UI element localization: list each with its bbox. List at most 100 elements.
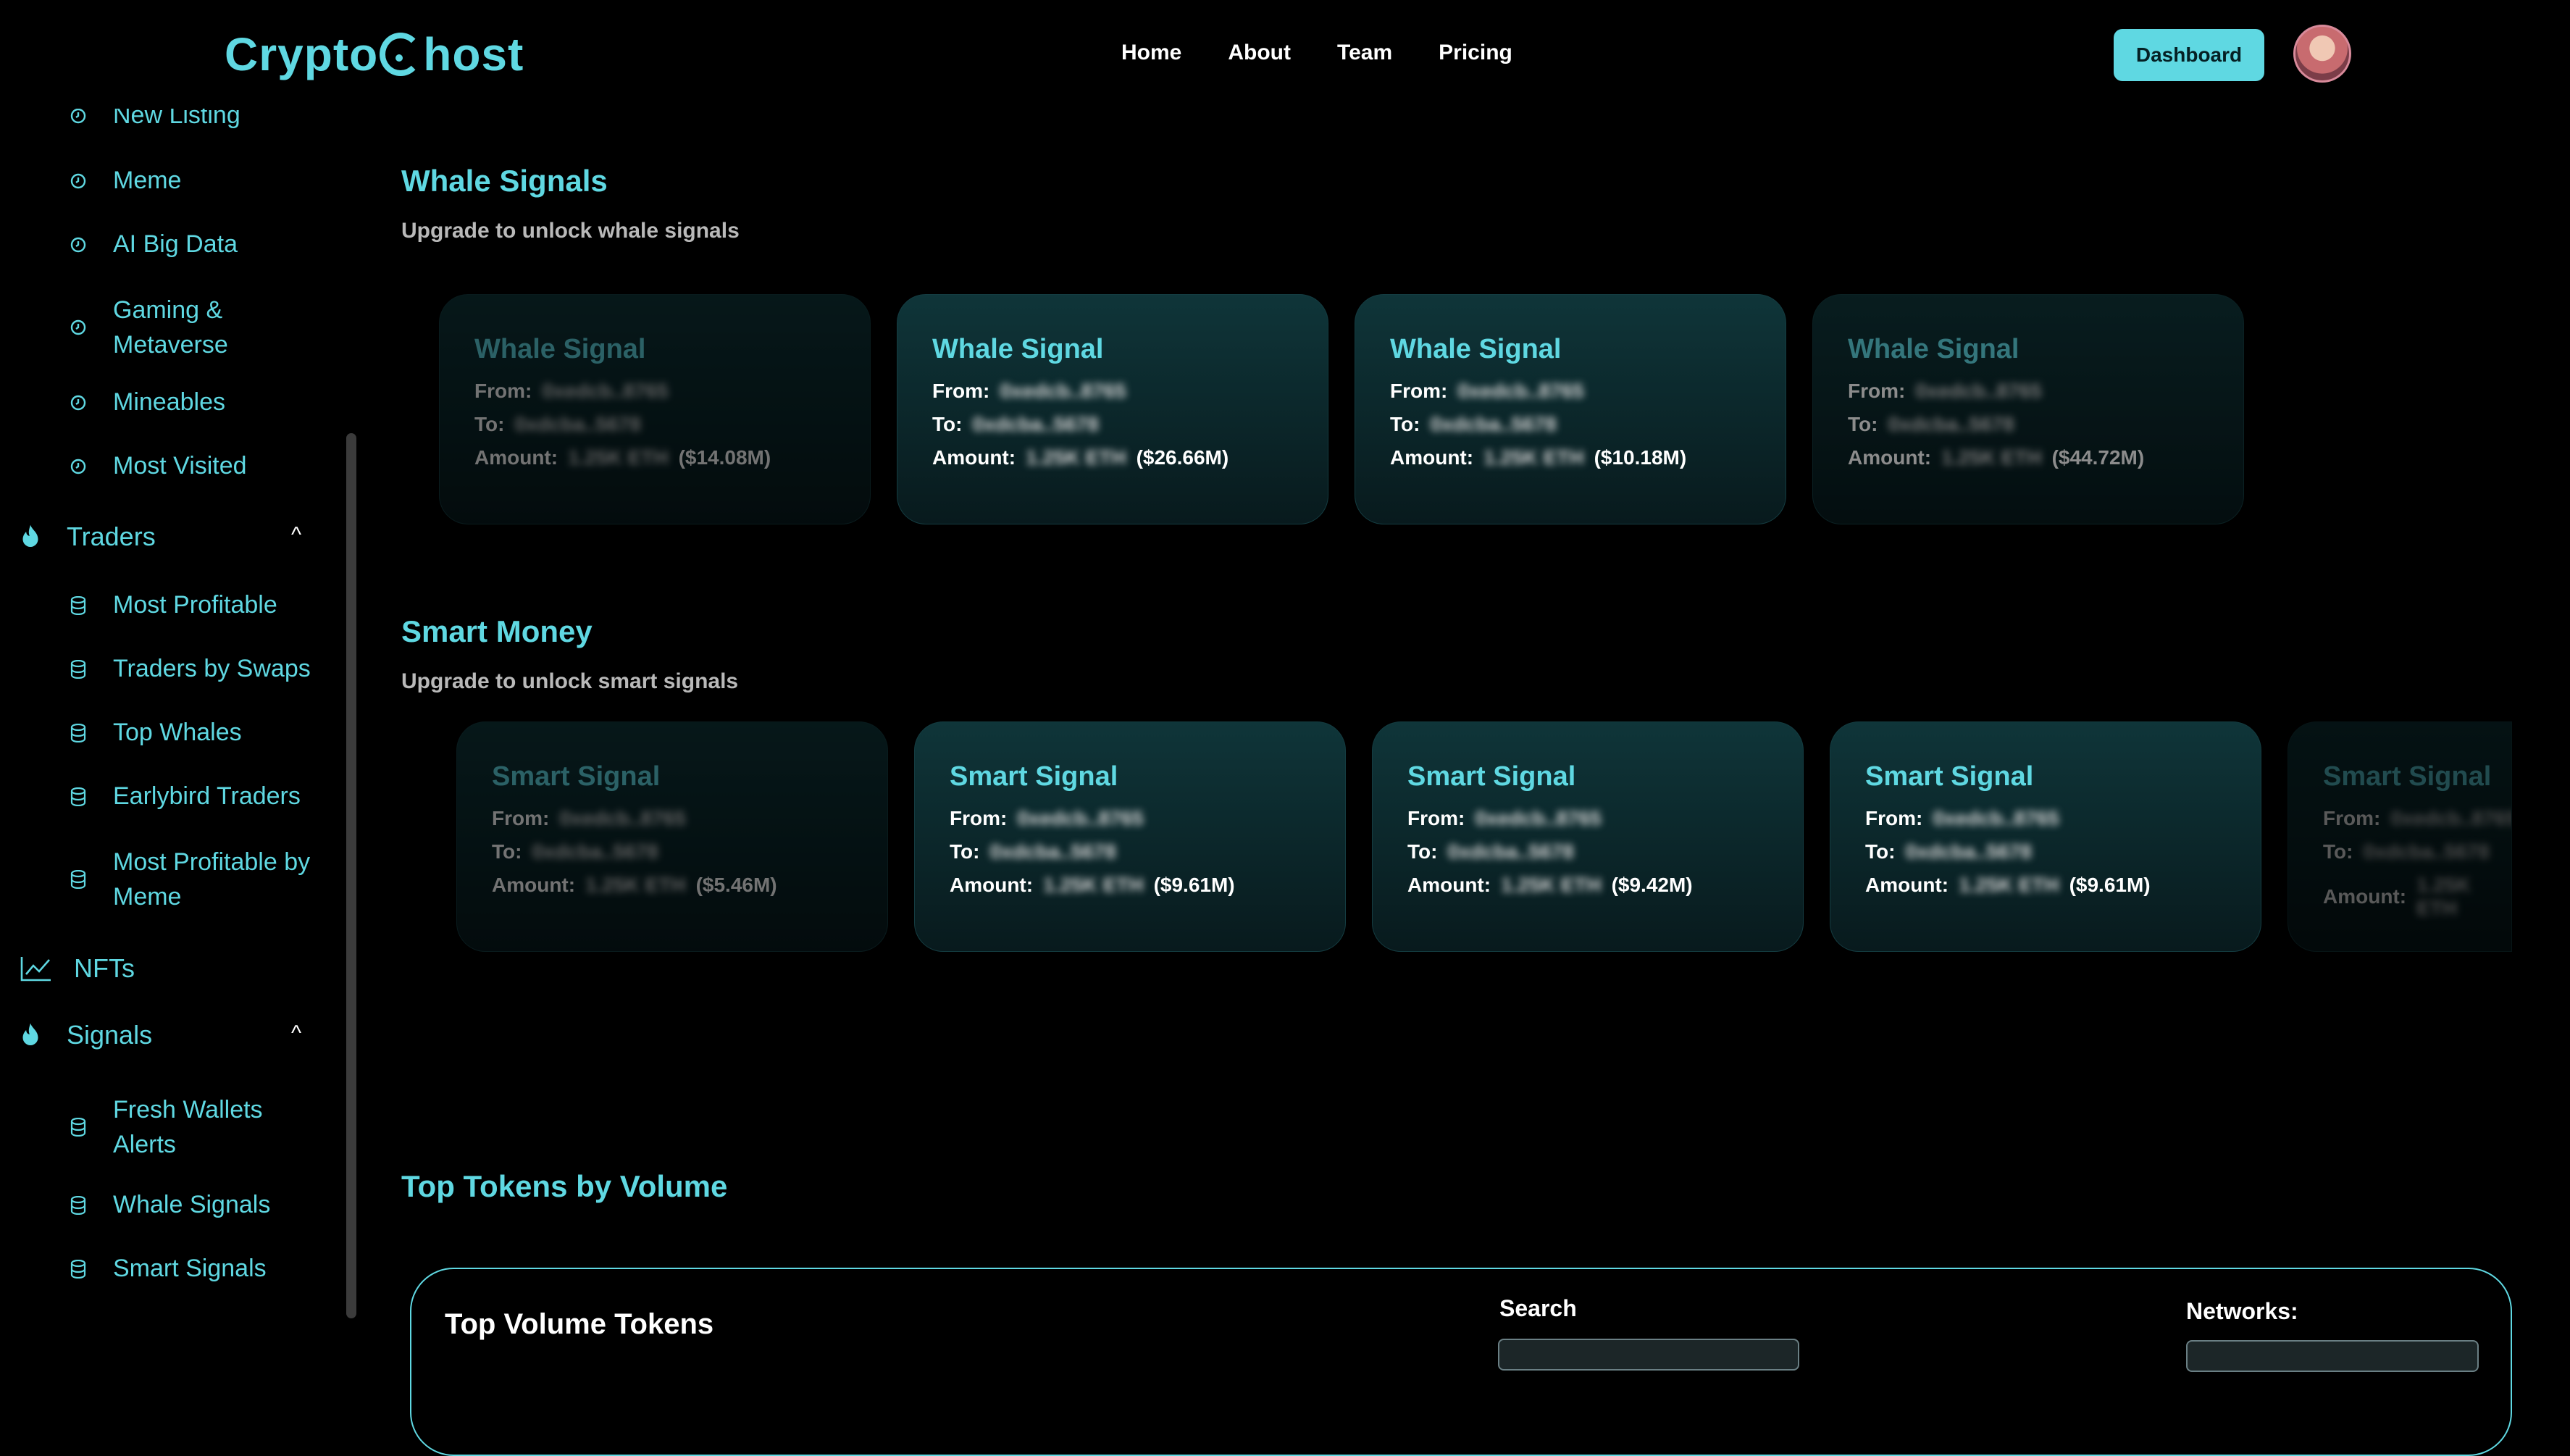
sidebar-item-most-profitable[interactable]: Most Profitable	[68, 591, 277, 619]
nav-about[interactable]: About	[1228, 41, 1291, 65]
sidebar: New Listing Meme AI Big Data Gaming & Me…	[0, 109, 362, 1359]
from-label: From:	[950, 807, 1008, 829]
user-avatar[interactable]	[2293, 25, 2351, 83]
amount-usd: ($10.18M)	[1594, 446, 1687, 469]
sidebar-item-traders-by-swaps[interactable]: Traders by Swaps	[68, 655, 311, 683]
whale-signal-card[interactable]: Whale Signal From: 0xedcb..8765 To: 0xdcba…	[897, 294, 1328, 524]
sidebar-item-label: Gaming & Metaverse	[113, 296, 228, 359]
search-input[interactable]	[1498, 1339, 1799, 1371]
sidebar-item-label: Traders by Swaps	[113, 655, 311, 682]
whale-signal-card[interactable]: Whale Signal From: 0xedcb..8765 To: 0xdcba…	[439, 294, 871, 524]
dashboard-button[interactable]: Dashboard	[2114, 29, 2264, 81]
sidebar-item-mineables[interactable]: Mineables	[68, 388, 225, 417]
from-address: 0xedcb..8765	[2390, 807, 2512, 829]
smart-signal-card[interactable]: Smart Signal From: 0xedcb..8765 To: 0xdcba…	[2288, 721, 2512, 952]
chevron-up-icon[interactable]: ^	[291, 523, 301, 548]
from-address: 0xedcb..8765	[1000, 380, 1126, 402]
to-label: To:	[950, 840, 980, 863]
sidebar-item-whale-signals[interactable]: Whale Signals	[68, 1191, 270, 1219]
to-address: 0xdcba..5678	[532, 840, 658, 863]
amount-label: Amount:	[1407, 874, 1491, 896]
sidebar-item-label: Earlybird Traders	[113, 782, 301, 810]
section-subtitle-whale: Upgrade to unlock whale signals	[401, 219, 740, 243]
to-address: 0xdcba..5678	[1447, 840, 1574, 863]
section-title-smart-money: Smart Money	[401, 614, 593, 648]
clock-icon	[68, 393, 88, 413]
cryptoghost-logo[interactable]: Crypto host	[225, 28, 524, 81]
whale-signal-card[interactable]: Whale Signal From: 0xedcb..8765 To: 0xdcba…	[1355, 294, 1786, 524]
logo-text-host: host	[423, 28, 524, 80]
amount-eth: 1.25K ETH	[1026, 446, 1126, 469]
chevron-up-icon[interactable]: ^	[291, 1021, 301, 1046]
database-icon	[68, 1259, 88, 1279]
sidebar-item-label: AI Big Data	[113, 230, 238, 258]
sidebar-item-most-profitable-by-meme[interactable]: Most Profitable by Meme	[68, 845, 330, 914]
section-title-whale-signals: Whale Signals	[401, 164, 608, 198]
to-label: To:	[1407, 840, 1438, 863]
amount-usd: ($9.61M)	[1153, 874, 1235, 896]
sidebar-group-traders[interactable]: Traders	[20, 522, 156, 552]
sidebar-scrollbar[interactable]	[346, 433, 356, 1318]
sidebar-item-label: Fresh Wallets Alerts	[113, 1096, 263, 1158]
from-label: From:	[492, 807, 550, 829]
from-label: From:	[2323, 807, 2381, 829]
to-address: 0xdcba..5678	[1888, 413, 2014, 435]
card-title: Whale Signal	[474, 334, 646, 364]
smart-signal-card[interactable]: Smart Signal From: 0xedcb..8765 To: 0xdcba…	[914, 721, 1346, 952]
card-title: Smart Signal	[492, 761, 661, 792]
sidebar-item-most-visited[interactable]: Most Visited	[68, 452, 247, 480]
nav-pricing[interactable]: Pricing	[1439, 41, 1512, 65]
whale-signal-card[interactable]: Whale Signal From: 0xedcb..8765 To: 0xdcba…	[1812, 294, 2244, 524]
database-icon	[68, 869, 88, 890]
logo-text-crypto: Crypto	[225, 28, 379, 80]
to-label: To:	[1848, 413, 1878, 435]
sidebar-item-label: Most Profitable by Meme	[113, 848, 311, 911]
sidebar-group-signals[interactable]: Signals	[20, 1020, 152, 1050]
clock-icon	[68, 317, 88, 338]
database-icon	[68, 659, 88, 679]
from-label: From:	[1390, 380, 1448, 402]
section-title-top-tokens: Top Tokens by Volume	[401, 1169, 728, 1203]
from-address: 0xedcb..8765	[1915, 380, 2042, 402]
smart-signal-card[interactable]: Smart Signal From: 0xedcb..8765 To: 0xdcba…	[456, 721, 888, 952]
from-address: 0xedcb..8765	[559, 807, 686, 829]
from-label: From:	[1407, 807, 1465, 829]
amount-label: Amount:	[1390, 446, 1474, 469]
from-label: From:	[474, 380, 532, 402]
amount-eth: 1.25K ETH	[2416, 874, 2471, 919]
clock-icon	[68, 171, 88, 191]
smart-signal-card[interactable]: Smart Signal From: 0xedcb..8765 To: 0xdcba…	[1372, 721, 1804, 952]
amount-eth: 1.25K ETH	[568, 446, 669, 469]
nav-team[interactable]: Team	[1337, 41, 1392, 65]
from-address: 0xedcb..8765	[1475, 807, 1602, 829]
sidebar-item-new-listing[interactable]: New Listing	[68, 109, 240, 130]
sidebar-item-earlybird-traders[interactable]: Earlybird Traders	[68, 782, 301, 811]
to-address: 0xdcba..5678	[1905, 840, 2032, 863]
sidebar-item-smart-signals[interactable]: Smart Signals	[68, 1255, 267, 1283]
flame-icon	[20, 524, 41, 547]
from-address: 0xedcb..8765	[1457, 380, 1584, 402]
ghost-logo-icon	[380, 33, 422, 76]
section-subtitle-smart: Upgrade to unlock smart signals	[401, 669, 739, 693]
amount-usd: ($5.46M)	[695, 874, 777, 896]
sidebar-item-meme[interactable]: Meme	[68, 167, 181, 195]
amount-label: Amount:	[950, 874, 1034, 896]
sidebar-item-fresh-wallets-alerts[interactable]: Fresh Wallets Alerts	[68, 1092, 316, 1162]
sidebar-item-label: New Listing	[113, 109, 240, 129]
sidebar-item-ai-big-data[interactable]: AI Big Data	[68, 230, 238, 259]
from-address: 0xedcb..8765	[1017, 807, 1144, 829]
sidebar-item-nfts[interactable]: NFTs	[20, 953, 135, 984]
sidebar-item-top-whales[interactable]: Top Whales	[68, 719, 242, 747]
database-icon	[68, 723, 88, 743]
sidebar-group-label: Signals	[67, 1020, 153, 1050]
amount-eth: 1.25K ETH	[1501, 874, 1602, 896]
smart-signal-card[interactable]: Smart Signal From: 0xedcb..8765 To: 0xdcba…	[1830, 721, 2261, 952]
networks-label: Networks:	[2186, 1298, 2298, 1324]
nav-home[interactable]: Home	[1121, 41, 1181, 65]
sidebar-item-label: Smart Signals	[113, 1255, 267, 1282]
card-title: Smart Signal	[2323, 761, 2492, 792]
sidebar-item-gaming-metaverse[interactable]: Gaming & Metaverse	[68, 293, 316, 362]
networks-select[interactable]	[2186, 1340, 2479, 1372]
amount-eth: 1.25K ETH	[1483, 446, 1584, 469]
database-icon	[68, 1117, 88, 1137]
